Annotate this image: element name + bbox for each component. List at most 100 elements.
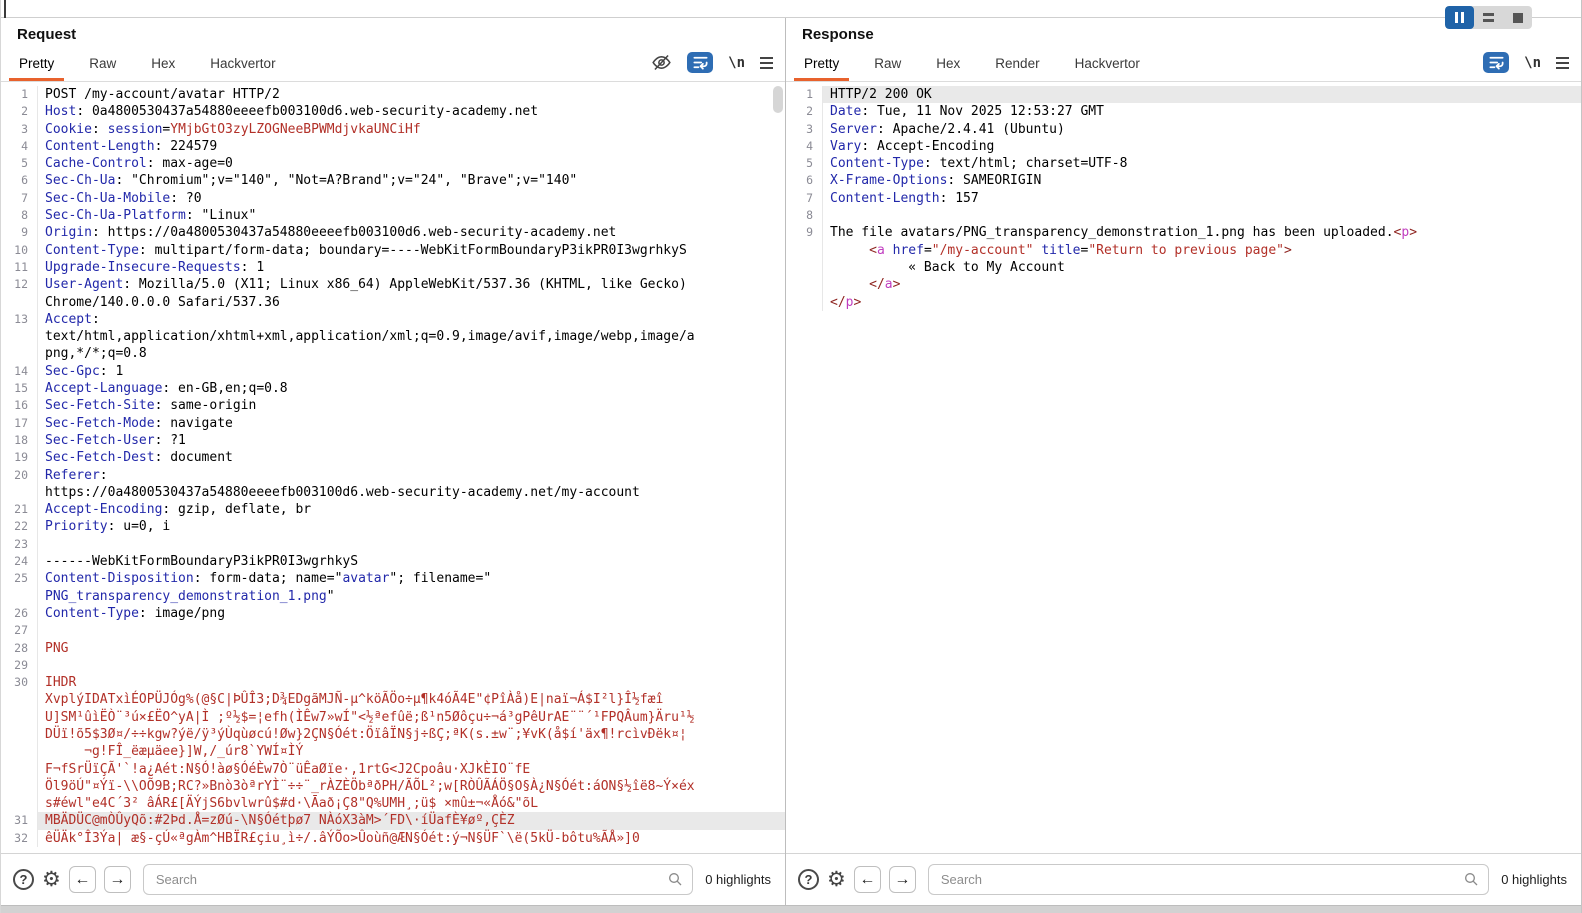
code-line-22[interactable]: 22Priority: u=0, i <box>1 518 785 535</box>
code-line-26[interactable]: 26Content-Type: image/png <box>1 605 785 622</box>
menu-icon[interactable] <box>760 57 773 69</box>
code-line-wrap[interactable]: XvplýIDATxìÉOPÜJÓg%(@§C|ÞÛÎ3;D¾EDgãMJÑ-µ… <box>1 691 785 708</box>
code-line-wrap[interactable]: Chrome/140.0.0.0 Safari/537.36 <box>1 294 785 311</box>
code-line-3[interactable]: 3Server: Apache/2.4.41 (Ubuntu) <box>786 121 1581 138</box>
gear-icon[interactable]: ⚙ <box>42 869 61 890</box>
tab-hackvertor[interactable]: Hackvertor <box>1073 52 1142 81</box>
code-line-24[interactable]: 24------WebKitFormBoundaryP3ikPR0I3wgrhk… <box>1 553 785 570</box>
code-line-wrap[interactable]: </a> <box>786 276 1581 293</box>
single-layout-button[interactable] <box>1503 6 1532 29</box>
help-icon[interactable]: ? <box>798 869 819 890</box>
code-line-6[interactable]: 6Sec-Ch-Ua: "Chromium";v="140", "Not=A?B… <box>1 172 785 189</box>
code-line-wrap[interactable]: DÜï!õ5$3Ø¤/÷÷kgw?ýë/ÿ³ýÙqùøcú!Øw}2ÇN§Óét… <box>1 726 785 743</box>
code-line-21[interactable]: 21Accept-Encoding: gzip, deflate, br <box>1 501 785 518</box>
code-line-31[interactable]: 31MBÄDÜC@mÒÛyQõ:#2Þd.Å=zØú-\N§Óétþø7 NÀó… <box>1 812 785 829</box>
code-line-5[interactable]: 5Content-Type: text/html; charset=UTF-8 <box>786 155 1581 172</box>
code-line-wrap[interactable]: F¬fSrÜïÇÃ'`!a¿Aét:N§Ó!àø§ÓéÈw7Ò¨üÊaØïe·,… <box>1 761 785 778</box>
code-text: s#éwl"e4C´3² âÁR£[ÄÝjS6bvlwrû$#d·\Āað¡Ç8… <box>37 795 785 812</box>
code-line-13[interactable]: 13Accept: <box>1 311 785 328</box>
code-line-11[interactable]: 11Upgrade-Insecure-Requests: 1 <box>1 259 785 276</box>
line-number: 6 <box>1 172 37 189</box>
code-line-wrap[interactable]: ¬g!FÎ_ëæµäee}]W,/_úr8`YWÍ¤ÌÝ <box>1 743 785 760</box>
code-line-7[interactable]: 7Sec-Ch-Ua-Mobile: ?0 <box>1 190 785 207</box>
request-editor[interactable]: 1POST /my-account/avatar HTTP/22Host: 0a… <box>1 82 785 853</box>
prev-match-button[interactable]: ← <box>854 866 881 893</box>
code-line-wrap[interactable]: « Back to My Account <box>786 259 1581 276</box>
request-highlights-count: 0 highlights <box>705 872 771 887</box>
code-line-3[interactable]: 3Cookie: session=YMjbGtO3zyLZOGNeeBPWMdj… <box>1 121 785 138</box>
request-search-input[interactable] <box>143 864 693 895</box>
tab-render[interactable]: Render <box>993 52 1041 81</box>
code-line-wrap[interactable]: U]SM¹ûìËÒ¨³ú×£ËO^yA|Ì ;º½$=¦efh(ÌÊw7»wÍ"… <box>1 709 785 726</box>
line-number: 20 <box>1 467 37 484</box>
line-number <box>1 691 37 708</box>
code-line-2[interactable]: 2Date: Tue, 11 Nov 2025 12:53:27 GMT <box>786 103 1581 120</box>
code-line-wrap[interactable]: </p> <box>786 294 1581 311</box>
code-line-wrap[interactable]: <a href="/my-account" title="Return to p… <box>786 242 1581 259</box>
code-line-27[interactable]: 27 <box>1 622 785 639</box>
code-line-wrap[interactable]: s#éwl"e4C´3² âÁR£[ÄÝjS6bvlwrû$#d·\Āað¡Ç8… <box>1 795 785 812</box>
menu-icon[interactable] <box>1556 57 1569 69</box>
code-line-6[interactable]: 6X-Frame-Options: SAMEORIGIN <box>786 172 1581 189</box>
code-line-14[interactable]: 14Sec-Gpc: 1 <box>1 363 785 380</box>
gear-icon[interactable]: ⚙ <box>827 869 846 890</box>
tab-hex[interactable]: Hex <box>934 52 962 81</box>
code-line-9[interactable]: 9The file avatars/PNG_transparency_demon… <box>786 224 1581 241</box>
code-line-1[interactable]: 1HTTP/2 200 OK <box>786 86 1581 103</box>
code-line-4[interactable]: 4Vary: Accept-Encoding <box>786 138 1581 155</box>
tab-hex[interactable]: Hex <box>149 52 177 81</box>
tab-raw[interactable]: Raw <box>87 52 118 81</box>
response-search-input[interactable] <box>928 864 1489 895</box>
word-wrap-icon[interactable] <box>687 52 713 73</box>
tab-pretty[interactable]: Pretty <box>802 52 841 81</box>
help-icon[interactable]: ? <box>13 869 34 890</box>
newline-icon[interactable]: \n <box>1524 55 1541 71</box>
code-line-5[interactable]: 5Cache-Control: max-age=0 <box>1 155 785 172</box>
hide-eye-icon[interactable] <box>651 52 672 73</box>
code-line-18[interactable]: 18Sec-Fetch-User: ?1 <box>1 432 785 449</box>
code-text: « Back to My Account <box>822 259 1581 276</box>
word-wrap-icon[interactable] <box>1483 52 1509 73</box>
code-line-2[interactable]: 2Host: 0a4800530437a54880eeeefb003100d6.… <box>1 103 785 120</box>
line-number: 3 <box>1 121 37 138</box>
response-editor[interactable]: 1HTTP/2 200 OK2Date: Tue, 11 Nov 2025 12… <box>786 82 1581 853</box>
code-text: Accept: <box>37 311 785 328</box>
code-line-wrap[interactable]: PNG_transparency_demonstration_1.png" <box>1 588 785 605</box>
code-line-wrap[interactable]: text/html,application/xhtml+xml,applicat… <box>1 328 785 345</box>
code-line-8[interactable]: 8 <box>786 207 1581 224</box>
code-line-25[interactable]: 25Content-Disposition: form-data; name="… <box>1 570 785 587</box>
code-line-12[interactable]: 12User-Agent: Mozilla/5.0 (X11; Linux x8… <box>1 276 785 293</box>
tab-hackvertor[interactable]: Hackvertor <box>208 52 277 81</box>
code-line-19[interactable]: 19Sec-Fetch-Dest: document <box>1 449 785 466</box>
code-text: Sec-Fetch-Site: same-origin <box>37 397 785 414</box>
prev-match-button[interactable]: ← <box>69 866 96 893</box>
code-line-10[interactable]: 10Content-Type: multipart/form-data; bou… <box>1 242 785 259</box>
code-line-wrap[interactable]: png,*/*;q=0.8 <box>1 345 785 362</box>
code-line-20[interactable]: 20Referer: <box>1 467 785 484</box>
code-line-9[interactable]: 9Origin: https://0a4800530437a54880eeeef… <box>1 224 785 241</box>
code-line-wrap[interactable]: https://0a4800530437a54880eeeefb003100d6… <box>1 484 785 501</box>
code-line-wrap[interactable]: Öl9öÚ"¤Ýï-\\OÕ9B;RC?»Bnò3òªrYÌ¨÷÷¨_rÀZÈÖ… <box>1 778 785 795</box>
code-line-30[interactable]: 30IHDR <box>1 674 785 691</box>
code-line-8[interactable]: 8Sec-Ch-Ua-Platform: "Linux" <box>1 207 785 224</box>
code-text: Content-Type: multipart/form-data; bound… <box>37 242 785 259</box>
request-scrollbar[interactable] <box>773 86 783 113</box>
rows-layout-button[interactable] <box>1474 6 1503 29</box>
code-line-17[interactable]: 17Sec-Fetch-Mode: navigate <box>1 415 785 432</box>
code-line-1[interactable]: 1POST /my-account/avatar HTTP/2 <box>1 86 785 103</box>
columns-layout-button[interactable] <box>1445 6 1474 29</box>
code-line-28[interactable]: 28PNG <box>1 640 785 657</box>
next-match-button[interactable]: → <box>889 866 916 893</box>
tab-raw[interactable]: Raw <box>872 52 903 81</box>
tab-pretty[interactable]: Pretty <box>17 52 56 81</box>
code-line-7[interactable]: 7Content-Length: 157 <box>786 190 1581 207</box>
code-text: Sec-Ch-Ua-Platform: "Linux" <box>37 207 785 224</box>
newline-icon[interactable]: \n <box>728 55 745 71</box>
code-line-4[interactable]: 4Content-Length: 224579 <box>1 138 785 155</box>
code-line-15[interactable]: 15Accept-Language: en-GB,en;q=0.8 <box>1 380 785 397</box>
code-line-29[interactable]: 29 <box>1 657 785 674</box>
code-line-16[interactable]: 16Sec-Fetch-Site: same-origin <box>1 397 785 414</box>
next-match-button[interactable]: → <box>104 866 131 893</box>
code-line-32[interactable]: 32êÜÄk°Î3Ýa| æ§-çÚ«ªgÀm^HBÏR£çiu¸ì÷/.âÝÕ… <box>1 830 785 847</box>
code-line-23[interactable]: 23 <box>1 536 785 553</box>
